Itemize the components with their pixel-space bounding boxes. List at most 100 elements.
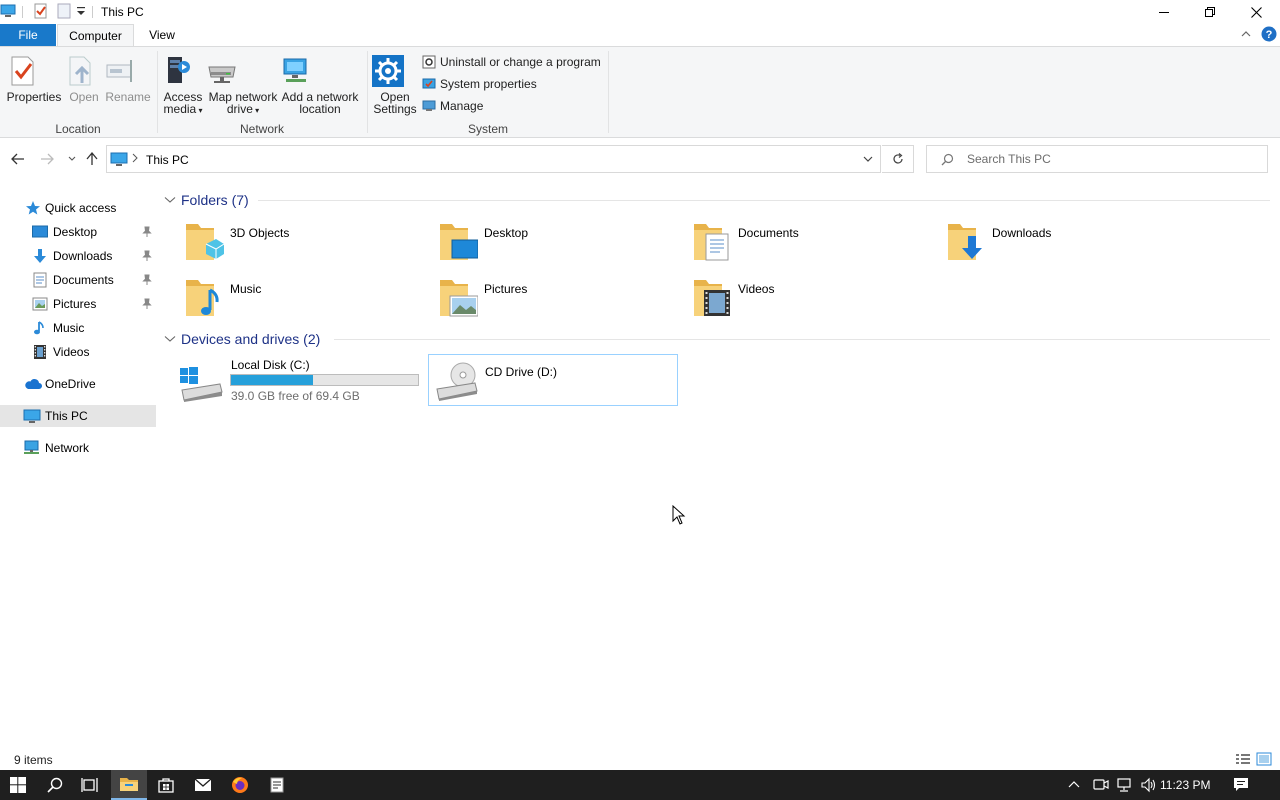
new-folder-quick-icon[interactable] — [56, 3, 72, 19]
folders-section-header[interactable]: Folders (7) — [164, 191, 249, 209]
task-view-button[interactable] — [72, 770, 108, 800]
forward-button[interactable] — [37, 149, 57, 169]
nav-this-pc[interactable]: This PC — [0, 405, 156, 427]
pin-icon[interactable] — [142, 226, 152, 238]
nav-this-pc-label: This PC — [45, 409, 88, 423]
rename-button[interactable]: Rename — [104, 55, 152, 103]
recent-locations-button[interactable] — [62, 149, 82, 169]
nav-downloads[interactable]: Downloads — [0, 245, 156, 267]
nav-desktop-label: Desktop — [53, 225, 98, 239]
address-path[interactable]: This PC — [146, 153, 189, 167]
volume-icon[interactable] — [1140, 777, 1158, 793]
search-icon — [47, 777, 63, 793]
downloads-folder-icon — [946, 220, 986, 264]
network-status-icon[interactable] — [1116, 777, 1134, 793]
manage-button[interactable]: Manage — [422, 97, 483, 115]
folder-label: Documents — [738, 226, 799, 240]
uninstall-program-button[interactable]: Uninstall or change a program — [422, 53, 601, 71]
nav-videos[interactable]: Videos — [0, 341, 156, 363]
nav-music-label: Music — [53, 321, 85, 335]
folder-downloads[interactable]: Downloads — [946, 220, 1186, 270]
properties-button[interactable]: Properties — [6, 55, 62, 103]
pin-icon[interactable] — [142, 250, 152, 262]
chevron-right-icon[interactable] — [132, 153, 138, 163]
network-group-label: Network — [239, 122, 284, 136]
meet-now-icon[interactable] — [1093, 777, 1109, 793]
divider — [22, 6, 23, 18]
taskbar-clock[interactable]: 11:23 PM — [1160, 778, 1210, 792]
folder-label: Videos — [738, 282, 775, 296]
tab-view[interactable]: View — [140, 24, 184, 46]
access-media-button[interactable]: Access media ▾ — [160, 55, 206, 117]
properties-icon — [6, 55, 62, 87]
this-pc-icon — [110, 151, 128, 167]
taskbar-search-button[interactable] — [37, 770, 73, 800]
pin-icon[interactable] — [142, 274, 152, 286]
refresh-button[interactable] — [882, 145, 914, 173]
open-label: Open — [69, 90, 99, 104]
search-box[interactable] — [926, 145, 1268, 173]
file-explorer-taskbar-button[interactable] — [111, 770, 147, 800]
add-location-label-2: location — [299, 102, 341, 116]
nav-music[interactable]: Music — [0, 317, 156, 339]
large-icons-view-icon[interactable] — [1256, 751, 1272, 767]
customize-toolbar-icon[interactable] — [76, 5, 86, 17]
back-button[interactable] — [8, 149, 28, 169]
status-bar: 9 items — [0, 748, 1280, 770]
address-dropdown-icon[interactable] — [863, 156, 873, 162]
nav-desktop[interactable]: Desktop — [0, 221, 156, 243]
help-icon[interactable]: ? — [1261, 26, 1277, 42]
map-network-drive-button[interactable]: Map network drive ▾ — [206, 55, 280, 117]
folder-music[interactable]: Music — [184, 276, 424, 326]
firefox-taskbar-button[interactable] — [222, 770, 258, 800]
desktop-icon — [32, 224, 48, 240]
nav-videos-label: Videos — [53, 345, 90, 359]
show-hidden-icons-icon[interactable] — [1068, 779, 1080, 789]
search-icon — [941, 153, 954, 166]
details-view-icon[interactable] — [1235, 752, 1251, 766]
network-icon — [23, 440, 41, 456]
mail-taskbar-button[interactable] — [185, 770, 221, 800]
system-properties-button[interactable]: System properties — [422, 75, 537, 93]
nav-pictures[interactable]: Pictures — [0, 293, 156, 315]
collapse-ribbon-icon[interactable] — [1240, 28, 1252, 40]
nav-onedrive[interactable]: OneDrive — [0, 373, 156, 395]
start-button[interactable] — [0, 770, 36, 800]
folder-desktop[interactable]: Desktop — [438, 220, 678, 270]
store-bag-icon — [158, 778, 174, 793]
open-settings-button[interactable]: Open Settings — [372, 55, 418, 115]
drives-section-header[interactable]: Devices and drives (2) — [164, 330, 320, 348]
properties-quick-icon[interactable] — [33, 3, 49, 19]
drive-cd-d[interactable]: CD Drive (D:) — [428, 354, 678, 406]
pin-icon[interactable] — [142, 298, 152, 310]
window-title: This PC — [101, 5, 144, 19]
tab-file[interactable]: File — [0, 24, 56, 46]
restore-button[interactable] — [1187, 0, 1233, 24]
nav-documents[interactable]: Documents — [0, 269, 156, 291]
folder-pictures[interactable]: Pictures — [438, 276, 678, 326]
open-icon — [64, 55, 104, 87]
up-button[interactable] — [82, 149, 102, 169]
documents-icon — [32, 272, 48, 288]
store-taskbar-button[interactable] — [148, 770, 184, 800]
group-separator — [367, 51, 368, 133]
folder-documents[interactable]: Documents — [692, 220, 932, 270]
app-taskbar-button[interactable] — [259, 770, 295, 800]
add-network-location-button[interactable]: Add a network location — [280, 55, 360, 115]
open-button[interactable]: Open — [64, 55, 104, 103]
close-button[interactable] — [1233, 0, 1279, 24]
folder-3d-objects[interactable]: 3D Objects — [184, 220, 424, 270]
tab-computer[interactable]: Computer — [57, 24, 134, 47]
nav-quick-access[interactable]: Quick access — [0, 197, 156, 219]
action-center-icon[interactable] — [1233, 777, 1249, 793]
cd-drive-icon — [433, 361, 479, 401]
windows-logo-icon — [10, 777, 26, 793]
minimize-button[interactable] — [1141, 0, 1187, 24]
access-media-label-2: media — [163, 102, 197, 116]
desktop-folder-icon — [438, 220, 478, 264]
folder-videos[interactable]: Videos — [692, 276, 932, 326]
nav-network[interactable]: Network — [0, 437, 156, 459]
search-input[interactable] — [967, 151, 1257, 167]
drive-local-disk-c[interactable]: Local Disk (C:) 39.0 GB free of 69.4 GB — [176, 354, 424, 406]
address-bar[interactable]: This PC — [106, 145, 881, 173]
